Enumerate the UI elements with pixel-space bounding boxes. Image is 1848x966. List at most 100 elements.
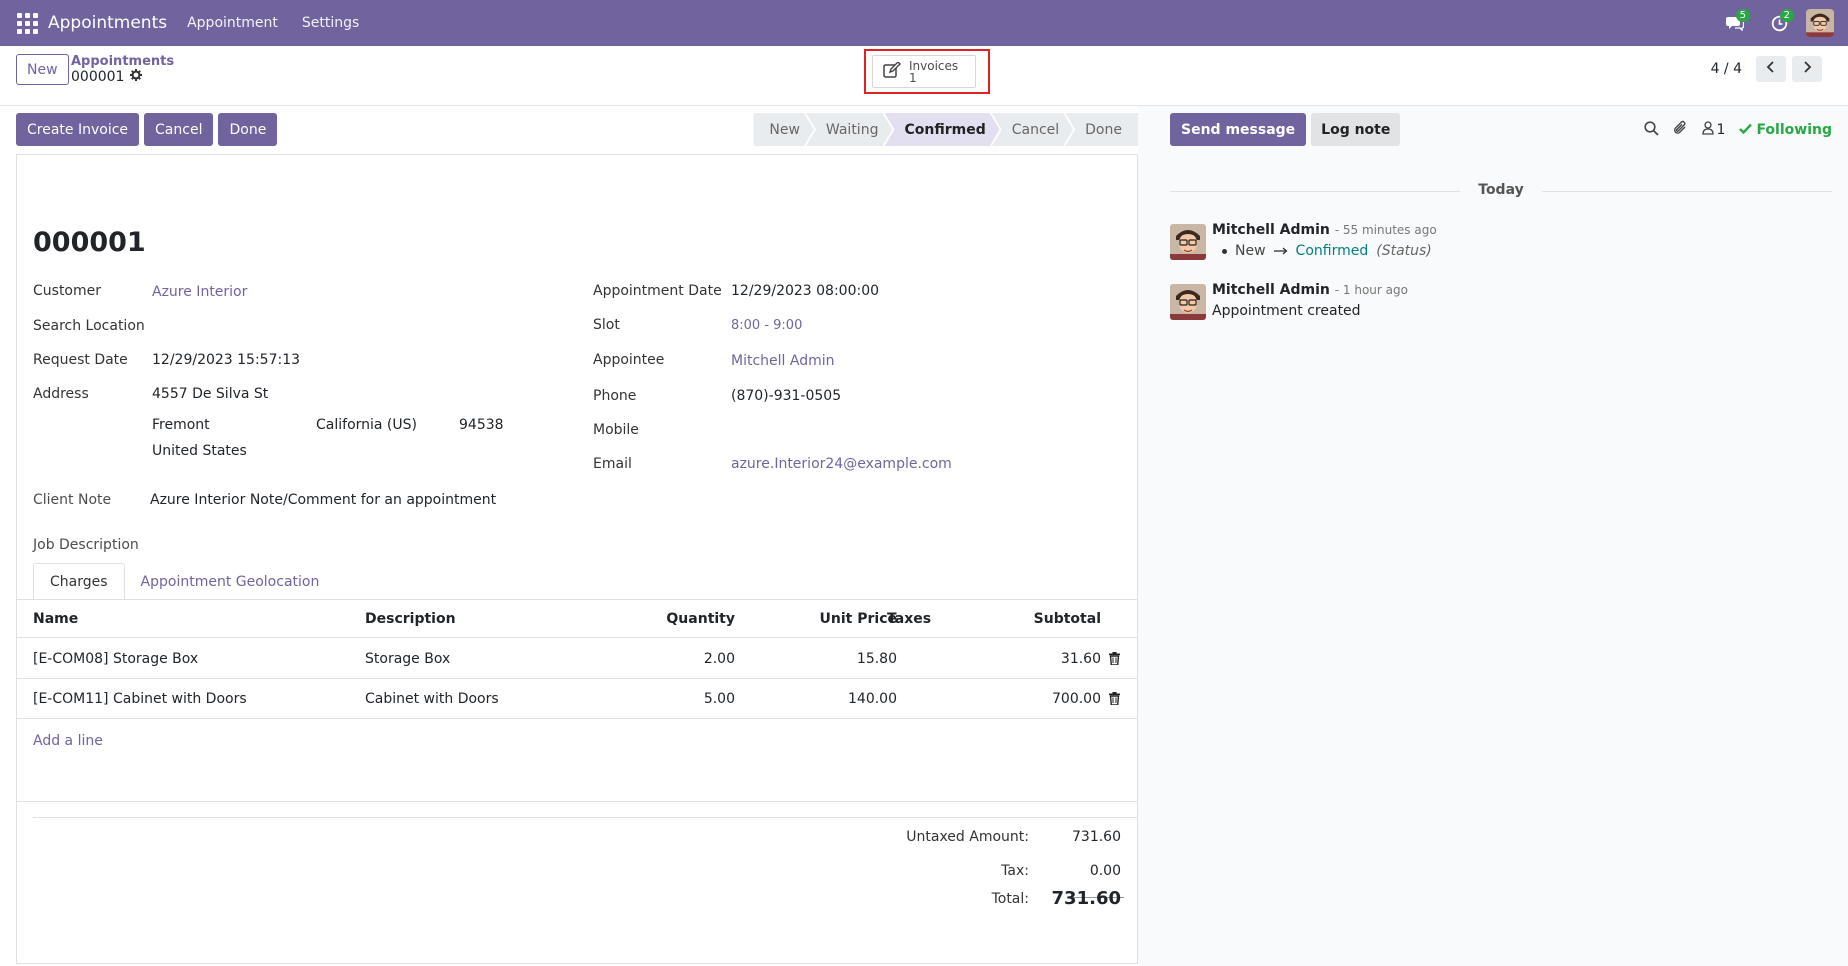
statusbar-actions: Create Invoice Cancel Done [16,113,278,146]
mobile-label: Mobile [593,422,639,438]
status-step-waiting[interactable]: Waiting [806,113,893,146]
user-avatar[interactable] [1806,9,1834,37]
phone-field[interactable]: (870)-931-0505 [731,388,841,404]
tracking-new-value: Confirmed [1295,243,1369,259]
new-record-button[interactable]: New [16,54,69,85]
pager-previous-button[interactable] [1756,56,1786,82]
create-invoice-button[interactable]: Create Invoice [16,113,140,146]
untaxed-amount-label: Untaxed Amount: [906,829,1029,845]
pager-next-button[interactable] [1792,56,1822,82]
appointee-field[interactable]: Mitchell Admin [731,353,835,369]
avatar[interactable] [1170,224,1206,260]
avatar[interactable] [1170,284,1206,320]
email-field[interactable]: azure.Interior24@example.com [731,456,952,472]
row-subtotal: 700.00 [1052,690,1101,707]
col-description[interactable]: Description [365,601,456,637]
following-button[interactable]: Following [1739,122,1832,138]
total-label: Total: [991,891,1029,907]
activities-clock-icon[interactable]: 2 [1762,0,1796,46]
send-message-button[interactable]: Send message [1170,113,1307,146]
tax-value: 0.00 [1089,863,1121,879]
table-row[interactable]: [E-COM08] Storage Box Storage Box 2.00 1… [17,639,1137,679]
untaxed-amount-value: 731.60 [1072,829,1121,845]
messages-badge: 5 [1735,9,1750,22]
apps-menu-icon[interactable] [14,10,40,36]
phone-label: Phone [593,388,637,404]
status-step-confirmed[interactable]: Confirmed [884,113,999,146]
pager: 4 / 4 [1711,56,1822,82]
row-quantity: 5.00 [703,690,735,707]
tab-appointment-geolocation[interactable]: Appointment Geolocation [125,563,336,600]
search-icon[interactable] [1643,120,1659,140]
status-step-new[interactable]: New [753,113,814,146]
pager-value[interactable]: 4 / 4 [1711,61,1742,77]
control-panel: New Appointments 000001 Invoices 1 4 / 4 [0,46,1848,106]
city-field[interactable]: Fremont [152,417,210,433]
client-note-field[interactable]: Azure Interior Note/Comment for an appoi… [150,492,496,508]
message-date: - 55 minutes ago [1334,223,1437,237]
job-description-label: Job Description [33,537,139,553]
email-label: Email [593,456,632,472]
col-subtotal[interactable]: Subtotal [967,601,1101,637]
col-unit-price[interactable]: Unit Price [737,601,897,637]
notebook-tabs: Charges Appointment Geolocation [33,563,335,600]
table-row[interactable]: [E-COM11] Cabinet with Doors Cabinet wit… [17,679,1137,719]
form-sheet: 000001 Customer Azure Interior Search Lo… [16,154,1138,964]
chatter: Send message Log note 1 Following Today [1138,106,1848,966]
search-location-label: Search Location [33,318,145,334]
client-note-label: Client Note [33,492,112,508]
app-brand[interactable]: Appointments [48,13,167,33]
appointment-date-field[interactable]: 12/29/2023 08:00:00 [731,283,879,299]
status-step-done[interactable]: Done [1065,113,1138,146]
row-description: Storage Box [365,650,451,667]
state-field[interactable]: California (US) [316,417,417,433]
followers-count: 1 [1716,122,1726,138]
customer-field[interactable]: Azure Interior [152,284,247,300]
add-line-link[interactable]: Add a line [33,733,103,749]
log-note-button[interactable]: Log note [1311,113,1401,146]
edit-icon [883,60,901,82]
message-author[interactable]: Mitchell Admin [1212,222,1330,238]
tab-charges[interactable]: Charges [33,563,125,600]
message-author[interactable]: Mitchell Admin [1212,282,1330,298]
message-date: - 1 hour ago [1334,283,1408,297]
mobile-field[interactable] [731,420,1131,442]
request-date-label: Request Date [33,352,128,368]
done-button[interactable]: Done [218,113,278,146]
top-navbar: Appointments Appointment Settings 5 2 [0,0,1848,46]
row-description: Cabinet with Doors [365,690,499,707]
col-taxes[interactable]: Taxes [887,601,931,637]
status-step-cancel[interactable]: Cancel [992,113,1073,146]
gear-icon[interactable] [130,69,143,85]
row-subtotal: 31.60 [1060,650,1101,667]
messages-icon[interactable]: 5 [1718,0,1752,46]
trash-icon[interactable] [1109,639,1120,678]
col-name[interactable]: Name [33,601,78,637]
smart-button-label: Invoices [909,58,959,73]
row-name: [E-COM08] Storage Box [33,650,199,667]
charges-table-header: Name Description Quantity Unit Price Tax… [17,601,1137,638]
trash-icon[interactable] [1109,679,1120,718]
street-field[interactable]: 4557 De Silva St [152,386,268,402]
menu-settings[interactable]: Settings [302,15,359,31]
followers-button[interactable]: 1 [1701,121,1726,139]
smart-button-count: 1 [909,70,917,85]
breadcrumb-parent-link[interactable]: Appointments [71,54,174,69]
cancel-button[interactable]: Cancel [144,113,214,146]
empty-row [17,762,1137,802]
chatter-actions: Send message Log note [1170,113,1401,146]
request-date-field[interactable]: 12/29/2023 15:57:13 [152,352,300,368]
totals-divider [33,817,1138,818]
check-icon [1739,122,1753,138]
record-title: 000001 [33,227,146,258]
paperclip-icon[interactable] [1673,120,1688,140]
zip-field[interactable]: 94538 [459,417,504,433]
menu-appointment[interactable]: Appointment [187,15,278,31]
breadcrumb-current: 000001 [71,68,125,85]
chevron-right-icon [1802,61,1812,77]
search-location-field[interactable] [152,315,572,337]
slot-field[interactable]: 8:00 - 9:00 [731,318,802,333]
country-field[interactable]: United States [152,443,247,459]
col-quantity[interactable]: Quantity [577,601,735,637]
invoices-smart-button[interactable]: Invoices 1 [872,55,976,88]
